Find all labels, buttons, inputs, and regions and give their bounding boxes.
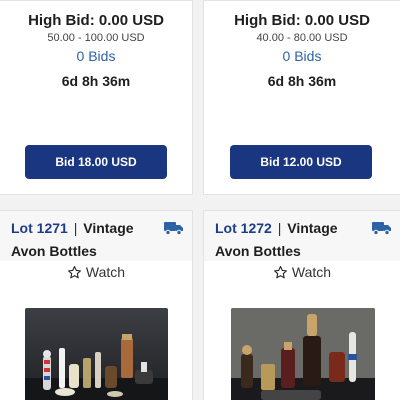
high-bid-text: High Bid: 0.00 USD bbox=[234, 12, 370, 29]
lot-title-line2[interactable]: Avon Bottles bbox=[215, 243, 301, 259]
bid-button[interactable]: Bid 12.00 USD bbox=[230, 145, 372, 179]
title-separator: | bbox=[73, 220, 78, 236]
bids-count-link[interactable]: 0 Bids bbox=[0, 48, 192, 64]
lot-title-text[interactable]: Vintage bbox=[287, 220, 337, 236]
lot-title[interactable]: Lot 1271 | Vintage bbox=[11, 220, 134, 236]
title-separator: | bbox=[277, 220, 282, 236]
watch-label: Watch bbox=[85, 264, 126, 280]
lot-photo[interactable] bbox=[25, 308, 168, 400]
estimate-range: 40.00 - 80.00 USD bbox=[256, 32, 348, 44]
lot-card-bid-2: High Bid: 0.00 USD 40.00 - 80.00 USD 0 B… bbox=[203, 0, 400, 195]
time-left: 6d 8h 36m bbox=[267, 73, 337, 89]
star-outline-icon bbox=[273, 265, 287, 278]
lot-number[interactable]: Lot 1271 bbox=[11, 220, 68, 236]
lot-title-text[interactable]: Vintage bbox=[83, 220, 133, 236]
lot-title-line2[interactable]: Avon Bottles bbox=[11, 243, 97, 259]
lot-title[interactable]: Lot 1272 | Vintage bbox=[215, 220, 338, 236]
lot-card-1272[interactable]: Lot 1272 | Vintage Avon Bottles Watch bbox=[203, 210, 400, 400]
watch-label: Watch bbox=[291, 264, 332, 280]
lot-card-bid-1: High Bid: 0.00 USD 50.00 - 100.00 USD 0 … bbox=[0, 0, 193, 195]
shipping-truck-icon bbox=[164, 222, 183, 236]
watch-button[interactable]: Watch bbox=[204, 264, 400, 280]
lot-card-1271[interactable]: Lot 1271 | Vintage Avon Bottles Watch bbox=[0, 210, 193, 400]
lot-number[interactable]: Lot 1272 bbox=[215, 220, 272, 236]
high-bid-text: High Bid: 0.00 USD bbox=[28, 12, 164, 29]
star-outline-icon bbox=[67, 265, 81, 278]
estimate-range: 50.00 - 100.00 USD bbox=[47, 32, 145, 44]
lot-header: Lot 1271 | Vintage Avon Bottles bbox=[0, 211, 192, 261]
bottles-image bbox=[231, 308, 375, 400]
lot-header: Lot 1272 | Vintage Avon Bottles bbox=[204, 211, 400, 261]
watch-button[interactable]: Watch bbox=[0, 264, 192, 280]
time-left: 6d 8h 36m bbox=[61, 73, 131, 89]
bid-button[interactable]: Bid 18.00 USD bbox=[25, 145, 167, 179]
bids-count-link[interactable]: 0 Bids bbox=[204, 48, 400, 64]
bottles-image bbox=[25, 334, 168, 400]
shipping-truck-icon bbox=[372, 222, 391, 236]
lot-photo[interactable] bbox=[231, 308, 375, 400]
